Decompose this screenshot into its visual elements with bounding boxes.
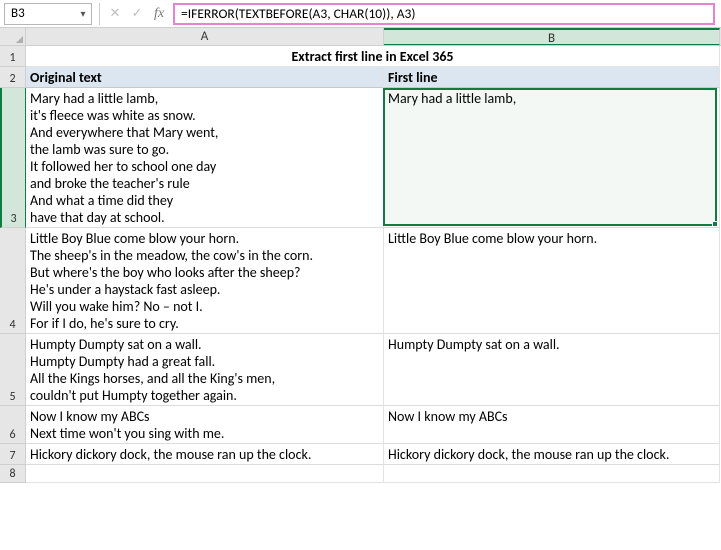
- spreadsheet-grid: A B 1 Extract first line in Excel 365 2 …: [0, 28, 721, 483]
- cell-first-line[interactable]: Hickory dickory dock, the mouse ran up t…: [384, 444, 720, 465]
- cell-original[interactable]: Humpty Dumpty sat on a wall. Humpty Dump…: [26, 334, 384, 406]
- table-row: 4Little Boy Blue come blow your horn. Th…: [0, 228, 721, 334]
- row-header-8[interactable]: 8: [0, 465, 26, 483]
- table-row: 7Hickory dickory dock, the mouse ran up …: [0, 444, 721, 465]
- cell-first-line[interactable]: Little Boy Blue come blow your horn.: [384, 228, 720, 334]
- row-header-6[interactable]: 6: [0, 406, 26, 444]
- confirm-icon[interactable]: ✓: [129, 6, 145, 21]
- formula-bar: B3 ▾ ✕ ✓ fx =IFERROR(TEXTBEFORE(A3, CHAR…: [0, 0, 721, 28]
- column-header-A[interactable]: A: [26, 28, 384, 45]
- formula-bar-buttons: ✕ ✓ fx: [103, 6, 171, 22]
- row-header-5[interactable]: 5: [0, 334, 26, 406]
- table-row: 6Now I know my ABCs Next time won't you …: [0, 406, 721, 444]
- active-cell-ref: B3: [5, 6, 75, 21]
- cell-A8[interactable]: [26, 465, 384, 483]
- table-row: 1 Extract first line in Excel 365: [0, 46, 721, 67]
- row-header-1[interactable]: 1: [0, 46, 26, 67]
- chevron-down-icon[interactable]: ▾: [75, 7, 91, 20]
- table-row: 3Mary had a little lamb, it's fleece was…: [0, 88, 721, 228]
- formula-input[interactable]: =IFERROR(TEXTBEFORE(A3, CHAR(10)), A3): [173, 3, 715, 25]
- table-row: 8: [0, 465, 721, 483]
- formula-text: =IFERROR(TEXTBEFORE(A3, CHAR(10)), A3): [181, 5, 416, 22]
- separator: [99, 3, 100, 25]
- cell-first-line[interactable]: Humpty Dumpty sat on a wall.: [384, 334, 720, 406]
- table-row: 2 Original text First line: [0, 67, 721, 88]
- cancel-icon[interactable]: ✕: [107, 6, 123, 21]
- cell-original[interactable]: Hickory dickory dock, the mouse ran up t…: [26, 444, 384, 465]
- name-box[interactable]: B3 ▾: [4, 3, 92, 25]
- row-header-4[interactable]: 4: [0, 228, 26, 334]
- fx-icon[interactable]: fx: [151, 6, 167, 22]
- column-headers: A B: [0, 28, 721, 46]
- cell-original[interactable]: Now I know my ABCs Next time won't you s…: [26, 406, 384, 444]
- row-header-3[interactable]: 3: [0, 88, 26, 228]
- cell-original[interactable]: Little Boy Blue come blow your horn. The…: [26, 228, 384, 334]
- cell-first-line[interactable]: Mary had a little lamb,: [384, 88, 720, 228]
- header-first-line[interactable]: First line: [384, 67, 720, 88]
- cell-first-line[interactable]: Now I know my ABCs: [384, 406, 720, 444]
- rows-container: 1 Extract first line in Excel 365 2 Orig…: [0, 46, 721, 483]
- table-row: 5Humpty Dumpty sat on a wall. Humpty Dum…: [0, 334, 721, 406]
- select-all-corner[interactable]: [0, 28, 26, 45]
- page-title[interactable]: Extract first line in Excel 365: [26, 46, 720, 67]
- row-header-2[interactable]: 2: [0, 67, 26, 88]
- cell-original[interactable]: Mary had a little lamb, it's fleece was …: [26, 88, 384, 228]
- cell-B8[interactable]: [384, 465, 720, 483]
- row-header-7[interactable]: 7: [0, 444, 26, 465]
- column-header-B[interactable]: B: [384, 28, 720, 45]
- header-original[interactable]: Original text: [26, 67, 384, 88]
